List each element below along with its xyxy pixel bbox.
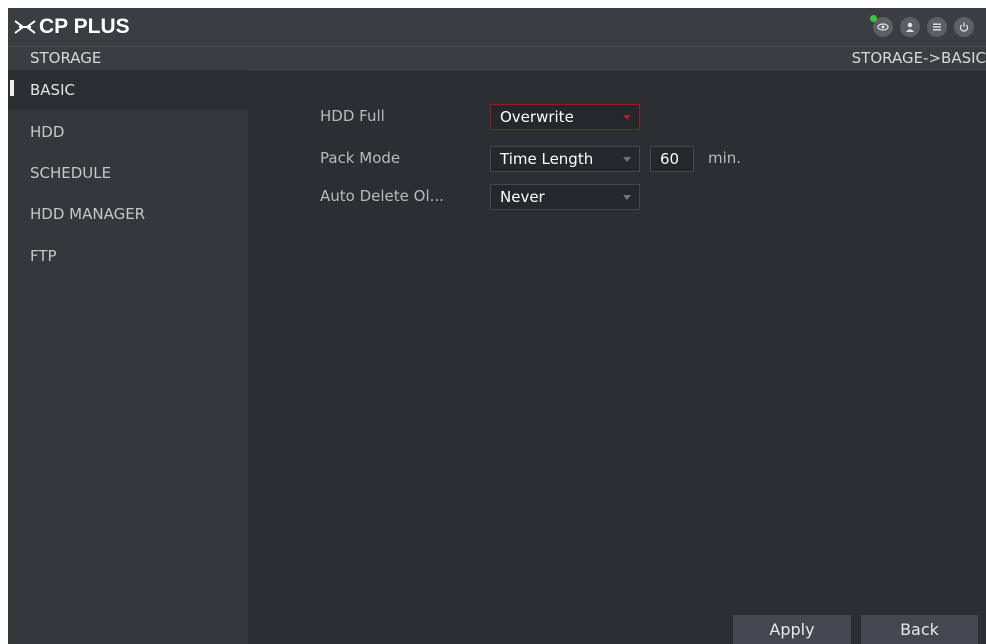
sidebar-item-label: SCHEDULE (30, 164, 112, 182)
brand-logo: CP PLUS (14, 14, 130, 40)
breadcrumb: STORAGE->BASIC (851, 49, 986, 67)
chevron-down-icon (623, 115, 631, 120)
back-button[interactable]: Back (861, 615, 978, 644)
auto-delete-select[interactable]: Never (490, 184, 640, 210)
sidebar-item-label: FTP (30, 247, 57, 265)
auto-delete-value: Never (500, 188, 545, 206)
content-panel: HDD Full Overwrite Pack Mode Time Length… (248, 70, 986, 644)
brand-name: CP PLUS (39, 15, 130, 38)
hdd-full-label: HDD Full (320, 107, 385, 125)
time-length-unit: min. (708, 149, 742, 167)
menu-icon[interactable] (927, 17, 947, 37)
sidebar: BASIC HDD SCHEDULE HDD MANAGER FTP (8, 70, 248, 644)
active-indicator (10, 80, 14, 96)
sidebar-item-hdd-manager[interactable]: HDD MANAGER (8, 194, 248, 234)
storage-settings-screen: CP PLUS STORAGE STORAGE->BASIC BASIC HDD… (8, 8, 986, 644)
top-icons (870, 15, 974, 37)
chevron-down-icon (623, 157, 631, 162)
hdd-full-select[interactable]: Overwrite (490, 104, 640, 130)
live-view-icon[interactable] (870, 15, 893, 37)
apply-button[interactable]: Apply (733, 615, 851, 644)
pack-mode-label: Pack Mode (320, 149, 401, 167)
time-length-value: 60 (660, 150, 680, 168)
sidebar-item-schedule[interactable]: SCHEDULE (8, 153, 248, 193)
power-icon[interactable] (954, 17, 974, 37)
sidebar-item-basic[interactable]: BASIC (8, 70, 248, 110)
sidebar-item-hdd[interactable]: HDD (8, 112, 248, 152)
sidebar-item-ftp[interactable]: FTP (8, 236, 248, 276)
auto-delete-label: Auto Delete Ol... (320, 187, 444, 205)
live-status-dot (870, 15, 877, 22)
pack-mode-value: Time Length (500, 150, 594, 168)
time-length-input[interactable]: 60 (650, 146, 694, 172)
top-bar: CP PLUS (8, 8, 986, 46)
section-title: STORAGE (30, 49, 102, 67)
user-icon[interactable] (900, 17, 920, 37)
sidebar-item-label: BASIC (30, 81, 75, 99)
page-header: STORAGE STORAGE->BASIC (8, 46, 986, 71)
pack-mode-select[interactable]: Time Length (490, 146, 640, 172)
sidebar-item-label: HDD MANAGER (30, 205, 146, 223)
hdd-full-value: Overwrite (500, 108, 574, 126)
sidebar-item-label: HDD (30, 123, 65, 141)
chevron-down-icon (623, 195, 631, 200)
cp-plus-logo-icon (14, 20, 36, 34)
